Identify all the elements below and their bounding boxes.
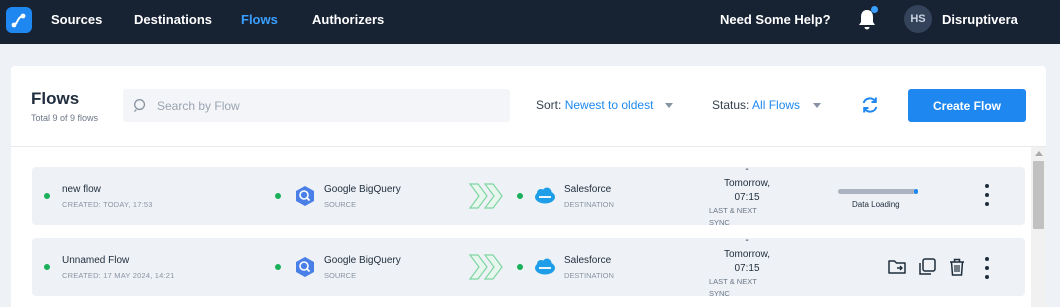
nav-sources[interactable]: Sources <box>51 12 102 27</box>
salesforce-icon <box>535 187 555 204</box>
next-sync-day: Tomorrow, <box>723 249 771 260</box>
flow-row[interactable]: new flow CREATED: Today, 17:53 Google Bi… <box>32 164 1025 227</box>
last-sync-dash: - <box>745 164 749 175</box>
flow-name[interactable]: Unnamed Flow <box>62 255 129 266</box>
status-chevron-down-icon[interactable] <box>813 103 821 108</box>
sort-chevron-down-icon[interactable] <box>665 103 673 108</box>
nav-authorizers[interactable]: Authorizers <box>312 12 384 27</box>
source-role: SOURCE <box>324 200 357 209</box>
sync-label: LAST & NEXT <box>709 277 757 286</box>
status-dropdown[interactable]: Status: All Flows <box>712 98 800 112</box>
sync-label: LAST & NEXT <box>709 206 757 215</box>
refresh-icon[interactable] <box>860 95 880 115</box>
app-logo-icon[interactable] <box>6 7 32 33</box>
source-name: Google BigQuery <box>324 255 401 266</box>
destination-status-dot <box>517 264 523 270</box>
next-sync-time: 07:15 <box>734 192 760 203</box>
flow-created: CREATED: 17 May 2024, 14:21 <box>62 271 175 280</box>
help-link[interactable]: Need Some Help? <box>720 12 831 27</box>
flow-row[interactable]: Unnamed Flow CREATED: 17 May 2024, 14:21… <box>32 235 1025 298</box>
status-dot <box>44 193 50 199</box>
source-status-dot <box>275 264 281 270</box>
kebab-icon[interactable] <box>980 184 994 206</box>
sort-value[interactable]: Newest to oldest <box>565 98 654 112</box>
sync-label-2: SYNC <box>709 289 730 298</box>
status-label: Status: <box>712 98 750 112</box>
progress-indicator <box>914 189 918 194</box>
flow-arrows-icon <box>468 183 503 209</box>
bigquery-icon <box>296 257 314 277</box>
scrollbar-thumb[interactable] <box>1033 161 1044 229</box>
sort-label: Sort: <box>536 98 562 112</box>
header-divider <box>11 146 1046 147</box>
source-role: SOURCE <box>324 271 357 280</box>
flow-created: CREATED: Today, 17:53 <box>62 200 153 209</box>
progress-bar <box>838 189 918 194</box>
source-status-dot <box>275 193 281 199</box>
search-input[interactable] <box>157 89 497 122</box>
page-title: Flows <box>31 89 80 108</box>
status-dot <box>44 264 50 270</box>
user-name[interactable]: Disruptivera <box>942 12 1018 27</box>
destination-name: Salesforce <box>564 255 612 266</box>
progress-label: Data Loading <box>852 200 900 209</box>
source-name: Google BigQuery <box>324 184 401 195</box>
destination-role: DESTINATION <box>564 271 614 280</box>
destination-role: DESTINATION <box>564 200 614 209</box>
top-navbar: Sources Destinations Flows Authorizers N… <box>0 0 1060 44</box>
destination-name: Salesforce <box>564 184 612 195</box>
salesforce-icon <box>535 258 555 275</box>
kebab-icon[interactable] <box>980 257 994 279</box>
bigquery-icon <box>296 186 314 206</box>
flow-name[interactable]: new flow <box>62 184 101 195</box>
nav-destinations[interactable]: Destinations <box>134 12 212 27</box>
destination-status-dot <box>517 193 523 199</box>
search-icon <box>133 99 146 113</box>
status-value[interactable]: All Flows <box>752 98 800 112</box>
last-sync-dash: - <box>745 235 749 246</box>
create-flow-button[interactable]: Create Flow <box>908 89 1026 122</box>
nav-flows[interactable]: Flows <box>241 12 278 27</box>
notification-badge <box>871 6 878 13</box>
folder-move-icon[interactable] <box>887 257 907 277</box>
sync-label-2: SYNC <box>709 218 730 227</box>
flows-count: Total 9 of 9 flows <box>31 113 99 123</box>
sort-dropdown[interactable]: Sort: Newest to oldest <box>536 98 653 112</box>
duplicate-icon[interactable] <box>917 257 937 277</box>
trash-icon[interactable] <box>947 257 967 277</box>
avatar[interactable]: HS <box>904 5 932 33</box>
next-sync-day: Tomorrow, <box>723 178 771 189</box>
next-sync-time: 07:15 <box>734 263 760 274</box>
flow-arrows-icon <box>468 254 503 280</box>
search-box[interactable] <box>123 89 510 122</box>
scroll-up-arrow-icon[interactable] <box>1035 151 1043 156</box>
progress-fill <box>838 189 914 194</box>
